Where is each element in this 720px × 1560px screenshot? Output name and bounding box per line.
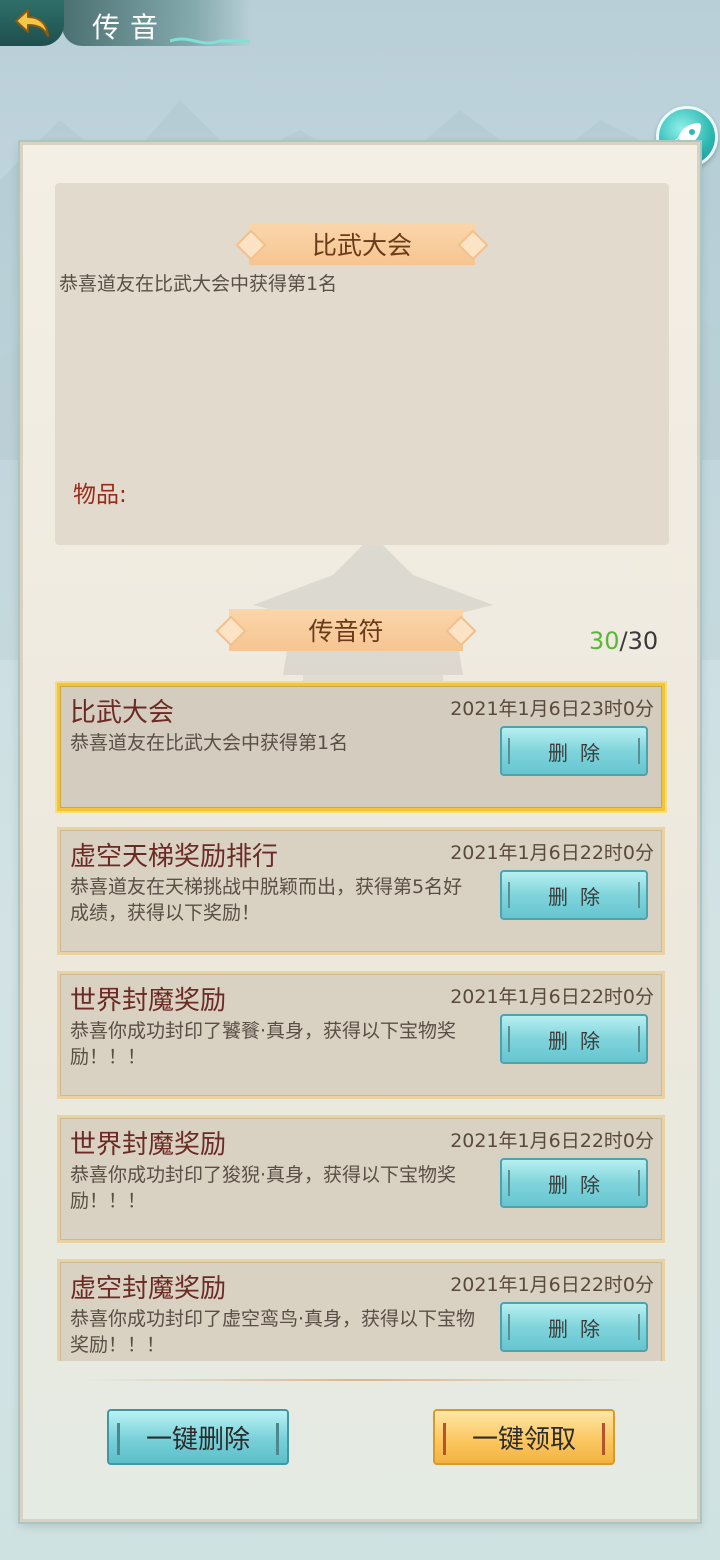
back-button[interactable]: [0, 0, 64, 46]
message-detail-box: 比武大会 恭喜道友在比武大会中获得第1名 物品:: [55, 183, 669, 545]
list-item[interactable]: 世界封魔奖励 2021年1月6日22时0分 恭喜你成功封印了饕餮·真身，获得以下…: [57, 971, 665, 1099]
message-count: 30/30: [589, 627, 658, 655]
message-body: 恭喜你成功封印了狻猊·真身，获得以下宝物奖励！！！: [70, 1164, 457, 1212]
items-label: 物品:: [73, 482, 127, 508]
list-divider: [83, 1379, 643, 1381]
claim-all-button[interactable]: 一键领取: [433, 1409, 615, 1465]
message-title: 比武大会: [70, 698, 175, 728]
delete-button[interactable]: 删除: [500, 1302, 648, 1352]
message-body: 恭喜你成功封印了饕餮·真身，获得以下宝物奖励！！！: [70, 1020, 457, 1068]
list-item[interactable]: 世界封魔奖励 2021年1月6日22时0分 恭喜你成功封印了狻猊·真身，获得以下…: [57, 1115, 665, 1243]
message-count-current: 30: [589, 627, 620, 655]
detail-title-ribbon: 比武大会: [249, 223, 475, 265]
mail-panel: 比武大会 恭喜道友在比武大会中获得第1名 物品: 传音符 30/30 比武大会 …: [20, 142, 700, 1522]
title-swirl-ornament: [170, 37, 250, 45]
message-title: 虚空天梯奖励排行: [70, 842, 279, 872]
message-body: 恭喜道友在比武大会中获得第1名: [70, 732, 349, 754]
top-bar: 传音: [0, 0, 260, 48]
message-time: 2021年1月6日22时0分: [450, 842, 654, 864]
delete-button[interactable]: 删除: [500, 1014, 648, 1064]
message-time: 2021年1月6日22时0分: [450, 986, 654, 1008]
list-title-ribbon: 传音符: [229, 609, 463, 651]
list-item[interactable]: 虚空封魔奖励 2021年1月6日22时0分 恭喜你成功封印了虚空鸾鸟·真身，获得…: [57, 1259, 665, 1361]
delete-button[interactable]: 删除: [500, 1158, 648, 1208]
page-title: 传音: [92, 11, 169, 44]
message-time: 2021年1月6日22时0分: [450, 1130, 654, 1152]
message-time: 2021年1月6日23时0分: [450, 698, 654, 720]
list-item[interactable]: 比武大会 2021年1月6日23时0分 恭喜道友在比武大会中获得第1名 删除: [57, 683, 665, 811]
delete-button[interactable]: 删除: [500, 870, 648, 920]
list-item[interactable]: 虚空天梯奖励排行 2021年1月6日22时0分 恭喜道友在天梯挑战中脱颖而出，获…: [57, 827, 665, 955]
message-body: 恭喜道友在天梯挑战中脱颖而出，获得第5名好成绩，获得以下奖励！: [70, 876, 463, 924]
message-list[interactable]: 比武大会 2021年1月6日23时0分 恭喜道友在比武大会中获得第1名 删除 虚…: [53, 679, 673, 1361]
message-count-total: /30: [619, 627, 659, 655]
message-title: 世界封魔奖励: [70, 1130, 227, 1160]
delete-button[interactable]: 删除: [500, 726, 648, 776]
message-title: 虚空封魔奖励: [70, 1274, 227, 1304]
message-time: 2021年1月6日22时0分: [450, 1274, 654, 1296]
back-arrow-icon: [15, 9, 49, 37]
delete-all-button[interactable]: 一键删除: [107, 1409, 289, 1465]
message-body: 恭喜你成功封印了虚空鸾鸟·真身，获得以下宝物奖励！！！: [70, 1308, 476, 1356]
detail-body-text: 恭喜道友在比武大会中获得第1名: [59, 273, 338, 295]
message-title: 世界封魔奖励: [70, 986, 227, 1016]
